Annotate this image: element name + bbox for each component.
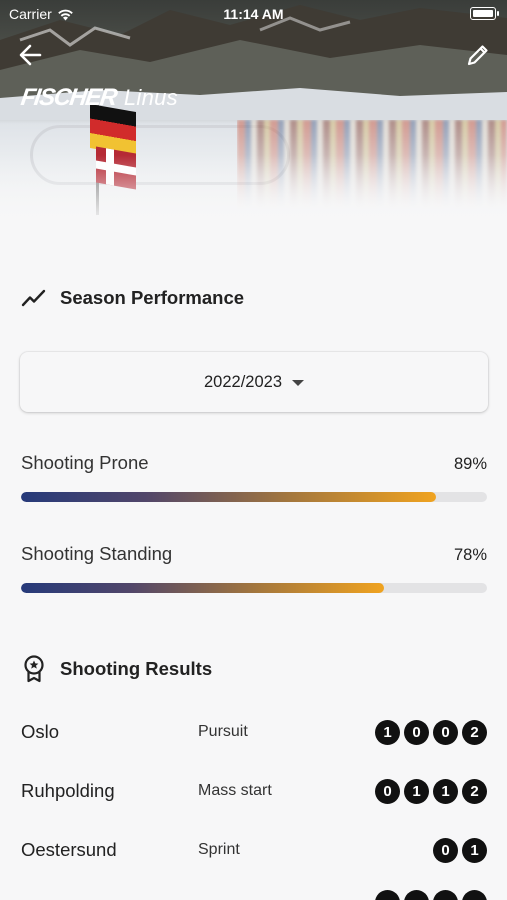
edit-button[interactable] xyxy=(463,40,493,70)
metric-shooting-prone: Shooting Prone 89% xyxy=(21,452,487,502)
progress-bar xyxy=(21,583,487,593)
result-race-type: Sprint xyxy=(198,841,240,858)
brand-logo: FISCHER xyxy=(19,84,118,111)
shot-badge: 2 xyxy=(462,719,487,745)
shot-badge: 0 xyxy=(375,778,400,804)
shot-misses: 1 0 0 2 xyxy=(375,719,487,745)
battery-icon xyxy=(470,7,499,20)
status-bar: Carrier 11:14 AM xyxy=(0,0,507,28)
trending-up-icon xyxy=(21,289,46,307)
progress-fill xyxy=(21,492,436,502)
progress-bar xyxy=(21,492,487,502)
shot-badge: 1 xyxy=(375,719,400,745)
shot-badge: 2 xyxy=(462,778,487,804)
shot-misses: 0 1 1 2 xyxy=(375,778,487,804)
athlete-name-header: FISCHER Linus xyxy=(19,84,178,112)
shot-badge: 0 xyxy=(404,719,429,745)
metric-shooting-standing: Shooting Standing 78% xyxy=(21,543,487,593)
header-hero-image xyxy=(0,0,507,225)
shot-badge: 1 xyxy=(433,778,458,804)
caret-down-icon xyxy=(292,380,304,386)
shot-badge: 1 xyxy=(404,778,429,804)
athlete-first-name: Linus xyxy=(123,85,178,110)
shot-badge: 0 xyxy=(433,837,458,863)
metric-value: 89% xyxy=(453,455,487,473)
metric-label: Shooting Prone xyxy=(21,452,149,473)
back-button[interactable] xyxy=(14,40,48,70)
section-title: Shooting Results xyxy=(60,658,213,679)
hero-fade xyxy=(0,155,507,225)
pencil-icon xyxy=(467,45,488,66)
shot-misses xyxy=(375,890,487,900)
result-location: Oestersund xyxy=(21,839,117,860)
arrow-left-icon xyxy=(19,44,42,66)
shot-misses: 0 1 xyxy=(433,837,487,863)
season-dropdown[interactable]: 2022/2023 xyxy=(20,352,488,412)
result-location: Oslo xyxy=(21,721,60,742)
metric-value: 78% xyxy=(453,546,487,564)
season-dropdown-value: 2022/2023 xyxy=(204,372,282,391)
shot-badge xyxy=(462,890,487,900)
shot-badge xyxy=(375,890,400,900)
shot-badge xyxy=(433,890,458,900)
clock: 11:14 AM xyxy=(223,6,284,22)
season-performance-header: Season Performance xyxy=(21,287,244,309)
list-item[interactable]: Oslo Pursuit 1 0 0 2 xyxy=(21,717,487,747)
result-race-type: Mass start xyxy=(198,782,272,799)
shot-badge: 0 xyxy=(433,719,458,745)
list-item-partial[interactable] xyxy=(21,890,487,900)
shooting-results-header: Shooting Results xyxy=(21,654,212,684)
section-title: Season Performance xyxy=(60,287,245,308)
progress-fill xyxy=(21,583,385,593)
list-item[interactable]: Oestersund Sprint 0 1 xyxy=(21,835,487,865)
list-item[interactable]: Ruhpolding Mass start 0 1 1 2 xyxy=(21,776,487,806)
award-medal-icon xyxy=(24,655,44,683)
shot-badge: 1 xyxy=(462,837,487,863)
result-location: Ruhpolding xyxy=(21,780,115,801)
shot-badge xyxy=(404,890,429,900)
result-race-type: Pursuit xyxy=(198,723,248,740)
metric-label: Shooting Standing xyxy=(21,543,173,564)
